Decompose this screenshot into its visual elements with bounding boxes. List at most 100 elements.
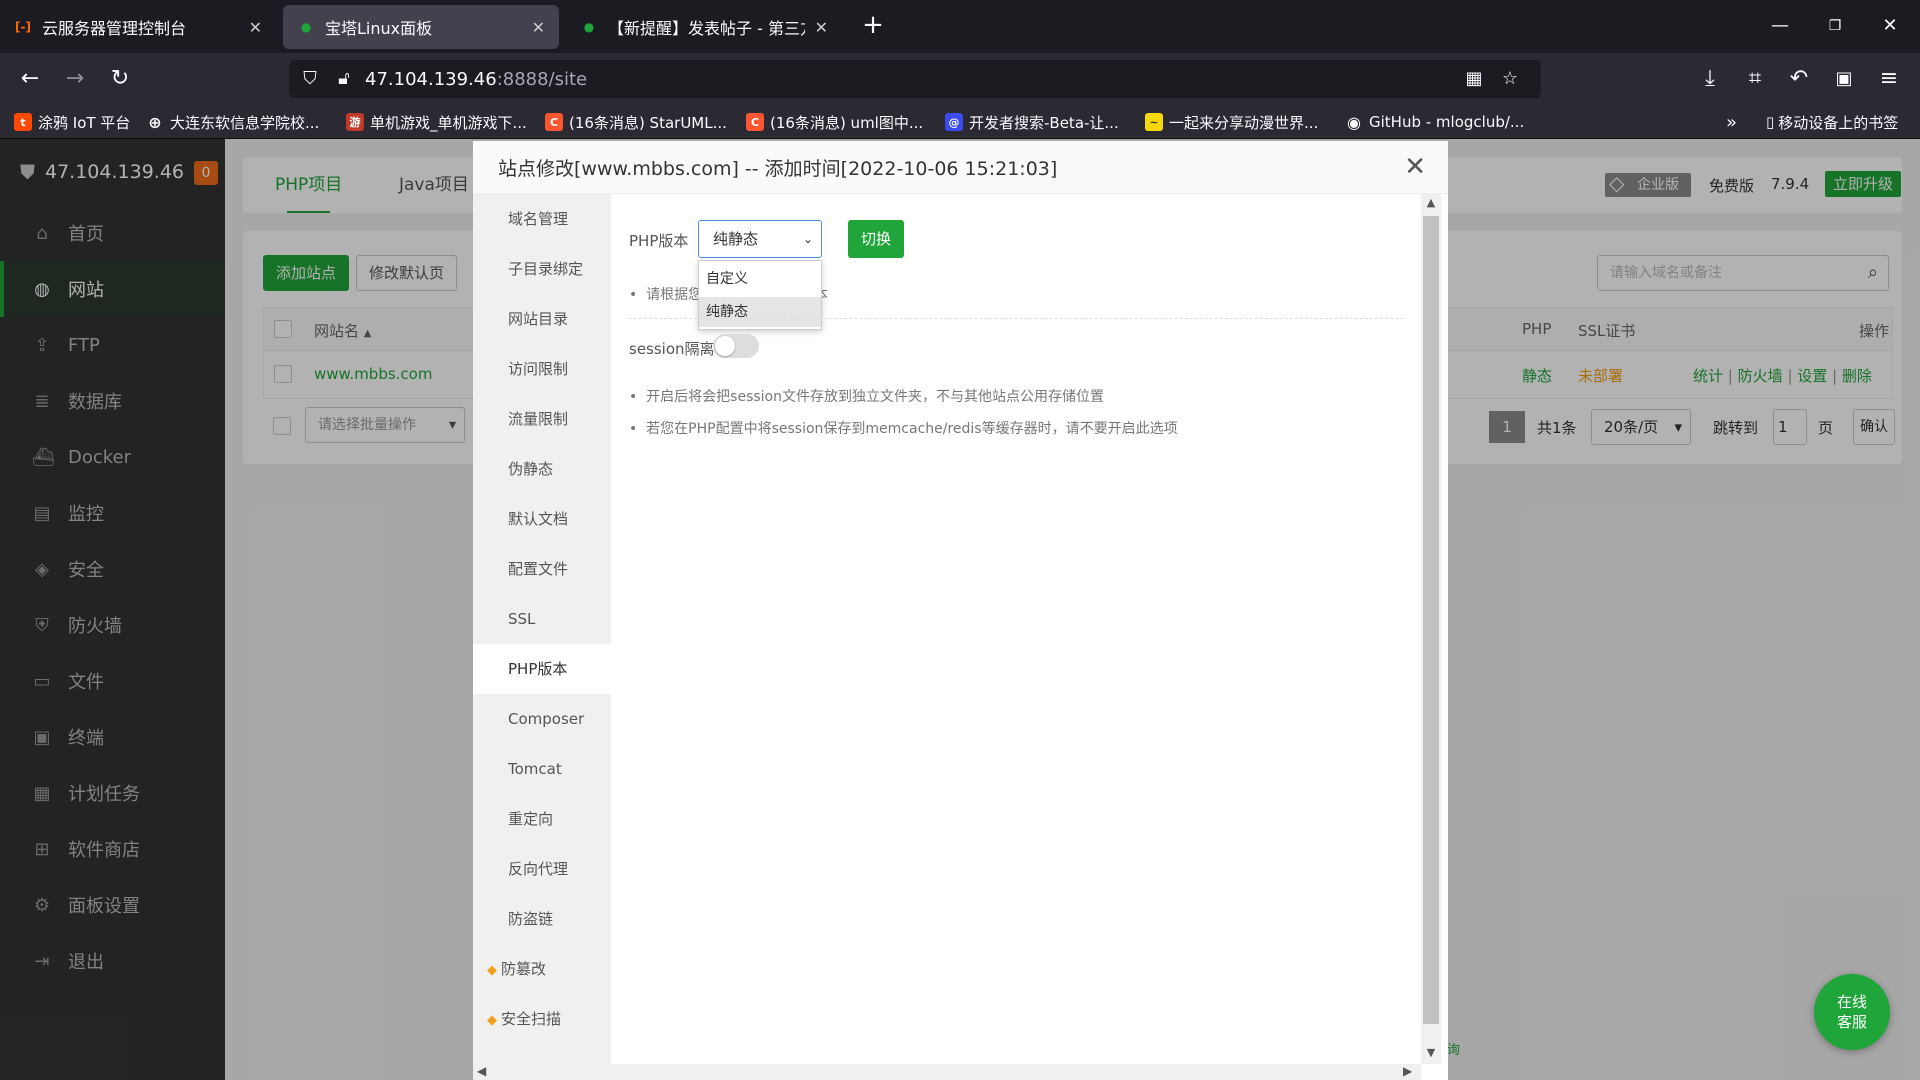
- mobile-bookmarks[interactable]: ▯ 移动设备上的书签: [1766, 111, 1898, 133]
- minimize-icon[interactable]: —: [1760, 10, 1800, 42]
- tab-title: 云服务器管理控制台: [42, 19, 187, 38]
- modal-horizontal-scrollbar[interactable]: ◀ ▶: [473, 1064, 1421, 1080]
- tuya-icon: t: [14, 113, 32, 131]
- bookmark-label: (16条消息) uml图中...: [770, 113, 924, 132]
- scrollbar-thumb[interactable]: [1423, 216, 1439, 1024]
- undo-icon[interactable]: ↶: [1783, 63, 1815, 95]
- mobile-bookmarks-label: 移动设备上的书签: [1778, 113, 1899, 132]
- modal-nav-ssl[interactable]: SSL: [473, 594, 611, 644]
- modal-nav-tomcat[interactable]: Tomcat: [473, 744, 611, 794]
- forward-icon[interactable]: →: [59, 63, 91, 95]
- option-custom[interactable]: 自定义: [699, 264, 821, 294]
- anime-icon: ~: [1145, 113, 1163, 131]
- modal-nav-security-scan[interactable]: ◆ 安全扫描: [473, 994, 611, 1044]
- games-icon: 游: [346, 113, 364, 131]
- service-line-2: 客服: [1836, 1013, 1867, 1031]
- modal-nav-subdir[interactable]: 子目录绑定: [473, 244, 611, 294]
- modal-vertical-scrollbar[interactable]: ▲ ▼: [1421, 194, 1441, 1064]
- url-text[interactable]: 47.104.139.46:8888/site: [365, 69, 587, 90]
- screenshot-crop-icon[interactable]: ⌗: [1739, 63, 1771, 95]
- insecure-lock-icon[interactable]: 🔓︎: [331, 66, 357, 92]
- downloads-icon[interactable]: ⤓: [1694, 63, 1726, 95]
- close-tab-icon[interactable]: ✕: [815, 18, 828, 37]
- modal-nav-rewrite[interactable]: 伪静态: [473, 444, 611, 494]
- modal-header: 站点修改[www.mbbs.com] -- 添加时间[2022-10-06 15…: [473, 141, 1448, 194]
- session-isolation-label: session隔离: [629, 340, 715, 358]
- modal-nav-config[interactable]: 配置文件: [473, 544, 611, 594]
- bookmark-label: 单机游戏_单机游戏下...: [370, 113, 527, 132]
- restore-icon[interactable]: ❐: [1815, 10, 1855, 42]
- modal-nav-label: 安全扫描: [501, 1010, 562, 1028]
- bookmark-tuya[interactable]: t 涂鸦 IoT 平台: [14, 111, 130, 133]
- bookmark-star-icon[interactable]: ☆: [1497, 66, 1523, 92]
- url-host: 47.104.139.46: [365, 69, 497, 90]
- devsearch-icon: @: [945, 113, 963, 131]
- qr-code-icon[interactable]: ▦: [1461, 66, 1487, 92]
- globe-icon: ⊕: [146, 113, 164, 132]
- modal-close-icon[interactable]: ✕: [1404, 154, 1426, 180]
- bookmark-neusoft[interactable]: ⊕ 大连东软信息学院校...: [146, 111, 319, 133]
- scroll-down-icon[interactable]: ▼: [1421, 1046, 1441, 1059]
- bookmark-devsearch[interactable]: @ 开发者搜索-Beta-让...: [945, 111, 1119, 133]
- address-bar[interactable]: ⛉ 🔓︎ 47.104.139.46:8888/site ▦ ☆: [289, 60, 1541, 98]
- window-close-icon[interactable]: ✕: [1870, 10, 1910, 42]
- scroll-left-icon[interactable]: ◀: [477, 1064, 486, 1078]
- browser-tab-baota[interactable]: ● 宝塔Linux面板 ✕: [283, 5, 559, 49]
- modal-nav-composer[interactable]: Composer: [473, 694, 611, 744]
- modal-nav-access[interactable]: 访问限制: [473, 344, 611, 394]
- modal-nav-traffic[interactable]: 流量限制: [473, 394, 611, 444]
- session-isolation-toggle[interactable]: [713, 334, 759, 358]
- browser-tab-aliyun[interactable]: [-] 云服务器管理控制台 ✕: [0, 5, 276, 49]
- modal-nav-reverse-proxy[interactable]: 反向代理: [473, 844, 611, 894]
- modal-nav-hotlink[interactable]: 防盗链: [473, 894, 611, 944]
- bookmark-github[interactable]: ◉ GitHub - mlogclub/...: [1345, 111, 1524, 133]
- modal-nav-domain[interactable]: 域名管理: [473, 194, 611, 244]
- modal-nav-label: 防篡改: [501, 960, 547, 978]
- mobile-icon: ▯: [1766, 113, 1775, 131]
- option-static[interactable]: 纯静态: [699, 297, 821, 327]
- scroll-up-icon[interactable]: ▲: [1421, 196, 1441, 209]
- switch-php-button[interactable]: 切换: [848, 220, 904, 258]
- toggle-knob: [715, 336, 735, 356]
- bookmarks-bar: t 涂鸦 IoT 平台 ⊕ 大连东软信息学院校... 游单机游戏_单机游戏下... …: [0, 105, 1920, 139]
- session-hint-1: • 开启后将会把session文件存放到独立文件夹，不与其他站点公用存储位置: [629, 389, 1104, 405]
- modal-nav-default-doc[interactable]: 默认文档: [473, 494, 611, 544]
- close-tab-icon[interactable]: ✕: [249, 18, 262, 37]
- scroll-right-icon[interactable]: ▶: [1403, 1064, 1412, 1078]
- back-icon[interactable]: ←: [14, 63, 46, 95]
- session-hint-text: 若您在PHP配置中将session保存到memcache/redis等缓存器时，…: [646, 421, 1178, 437]
- bookmark-label: 开发者搜索-Beta-让...: [969, 113, 1119, 132]
- diamond-icon: ◆: [487, 963, 497, 978]
- modal-nav-tamper[interactable]: ◆ 防篡改: [473, 944, 611, 994]
- bookmark-label: 一起来分享动漫世界...: [1169, 113, 1319, 132]
- csdn-icon: C: [545, 113, 563, 131]
- shield-icon[interactable]: ⛉: [297, 66, 323, 92]
- session-hint-2: • 若您在PHP配置中将session保存到memcache/redis等缓存器…: [629, 421, 1178, 437]
- browser-tab-forum[interactable]: ● 【新提醒】发表帖子 - 第三方应 ✕: [566, 5, 842, 49]
- session-hint-text: 开启后将会把session文件存放到独立文件夹，不与其他站点公用存储位置: [646, 389, 1104, 405]
- service-line-1: 在线: [1836, 993, 1867, 1011]
- reload-icon[interactable]: ↻: [104, 63, 136, 95]
- bookmark-games[interactable]: 游单机游戏_单机游戏下...: [346, 111, 527, 133]
- new-tab-icon[interactable]: +: [857, 10, 889, 42]
- tab-title: 宝塔Linux面板: [325, 19, 433, 38]
- bookmark-label: GitHub - mlogclub/...: [1369, 113, 1525, 131]
- php-version-select[interactable]: 纯静态 ⌄: [698, 220, 822, 258]
- bookmark-staruml[interactable]: C (16条消息) StarUML...: [545, 111, 727, 133]
- forum-favicon-icon: ●: [583, 20, 595, 34]
- url-path: :8888/site: [496, 69, 588, 90]
- bookmark-anime[interactable]: ~ 一起来分享动漫世界...: [1145, 111, 1318, 133]
- online-service-button[interactable]: 在线 客服: [1814, 974, 1890, 1050]
- more-bookmarks-icon[interactable]: »: [1726, 111, 1737, 133]
- bookmark-label: 大连东软信息学院校...: [170, 113, 320, 132]
- menu-icon[interactable]: ≡: [1873, 63, 1905, 95]
- modal-nav-php-version[interactable]: PHP版本: [473, 644, 611, 694]
- modal-nav-redirect[interactable]: 重定向: [473, 794, 611, 844]
- csdn-icon: C: [746, 113, 764, 131]
- divider: [629, 318, 1403, 319]
- bookmark-uml[interactable]: C (16条消息) uml图中...: [746, 111, 923, 133]
- close-tab-icon[interactable]: ✕: [532, 18, 545, 37]
- reader-mode-icon[interactable]: ▣: [1828, 63, 1860, 95]
- modal-nav-site-dir[interactable]: 网站目录: [473, 294, 611, 344]
- tab-title: 【新提醒】发表帖子 - 第三方应: [608, 19, 805, 38]
